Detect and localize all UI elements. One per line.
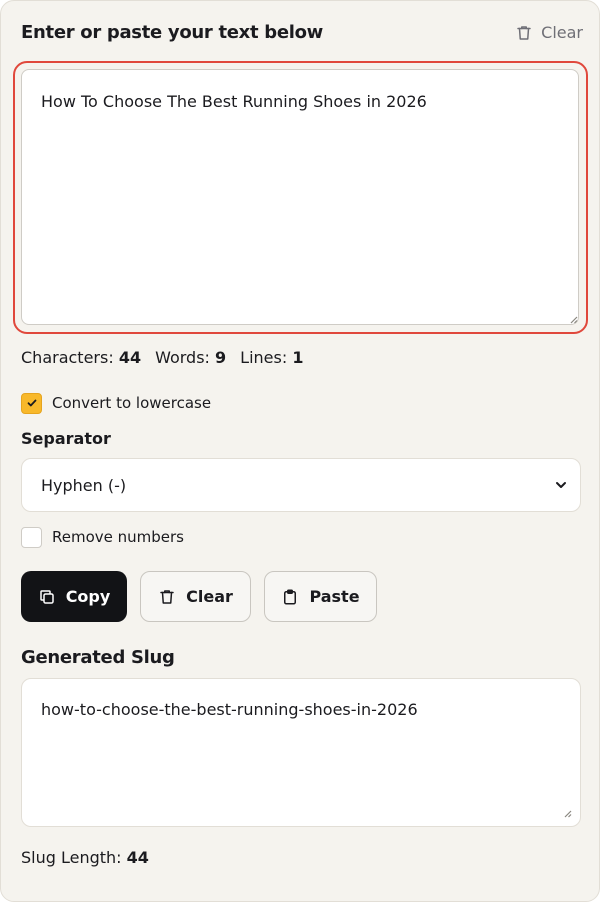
text-input[interactable]: How To Choose The Best Running Shoes in … [21, 69, 579, 325]
checkmark-icon [27, 399, 36, 407]
copy-button[interactable]: Copy [21, 571, 127, 622]
words-value: 9 [215, 348, 227, 367]
separator-value: Hyphen (-) [41, 475, 127, 495]
words-stat: Words: 9 [155, 346, 226, 370]
lines-label: Lines: [240, 348, 288, 367]
trash-icon [160, 589, 174, 604]
characters-stat: Characters: 44 [21, 346, 141, 370]
trash-icon [517, 26, 531, 40]
remove-numbers-checkbox[interactable] [21, 526, 42, 548]
clear-button[interactable]: Clear [140, 571, 251, 622]
slug-length-value: 44 [126, 848, 149, 867]
separator-label: Separator [21, 429, 111, 448]
lines-stat: Lines: 1 [240, 346, 303, 370]
words-label: Words: [155, 348, 210, 367]
lowercase-option[interactable]: Convert to lowercase [21, 392, 211, 414]
lowercase-checkbox[interactable] [21, 392, 42, 414]
paste-button[interactable]: Paste [264, 571, 377, 622]
generated-slug-text: how-to-choose-the-best-running-shoes-in-… [41, 700, 418, 719]
copy-icon [39, 589, 54, 604]
header-clear-label: Clear [541, 23, 583, 42]
paste-label: Paste [309, 587, 360, 606]
generated-slug-title: Generated Slug [21, 647, 175, 668]
resize-grip-icon[interactable] [562, 808, 572, 818]
input-title: Enter or paste your text below [21, 22, 324, 43]
remove-numbers-label: Remove numbers [52, 528, 184, 546]
copy-label: Copy [65, 587, 111, 606]
slug-length-label: Slug Length: [21, 848, 122, 867]
clipboard-icon [284, 589, 297, 604]
clear-label: Clear [186, 587, 233, 606]
lines-value: 1 [292, 348, 304, 367]
characters-label: Characters: [21, 348, 114, 367]
slug-generator-card: Enter or paste your text below Clear How… [0, 0, 600, 902]
characters-value: 44 [118, 348, 142, 367]
header-clear-button[interactable]: Clear [515, 21, 583, 45]
chevron-down-icon [556, 482, 566, 488]
input-header: Enter or paste your text below Clear [21, 21, 583, 47]
input-focus-outline: How To Choose The Best Running Shoes in … [13, 61, 588, 334]
text-stats: Characters: 44 Words: 9 Lines: 1 [21, 346, 303, 370]
lowercase-label: Convert to lowercase [52, 394, 212, 412]
separator-select[interactable]: Hyphen (-) [21, 458, 581, 512]
remove-numbers-option[interactable]: Remove numbers [21, 526, 184, 548]
generated-slug-output[interactable]: how-to-choose-the-best-running-shoes-in-… [21, 678, 581, 827]
slug-length: Slug Length: 44 [21, 846, 149, 870]
